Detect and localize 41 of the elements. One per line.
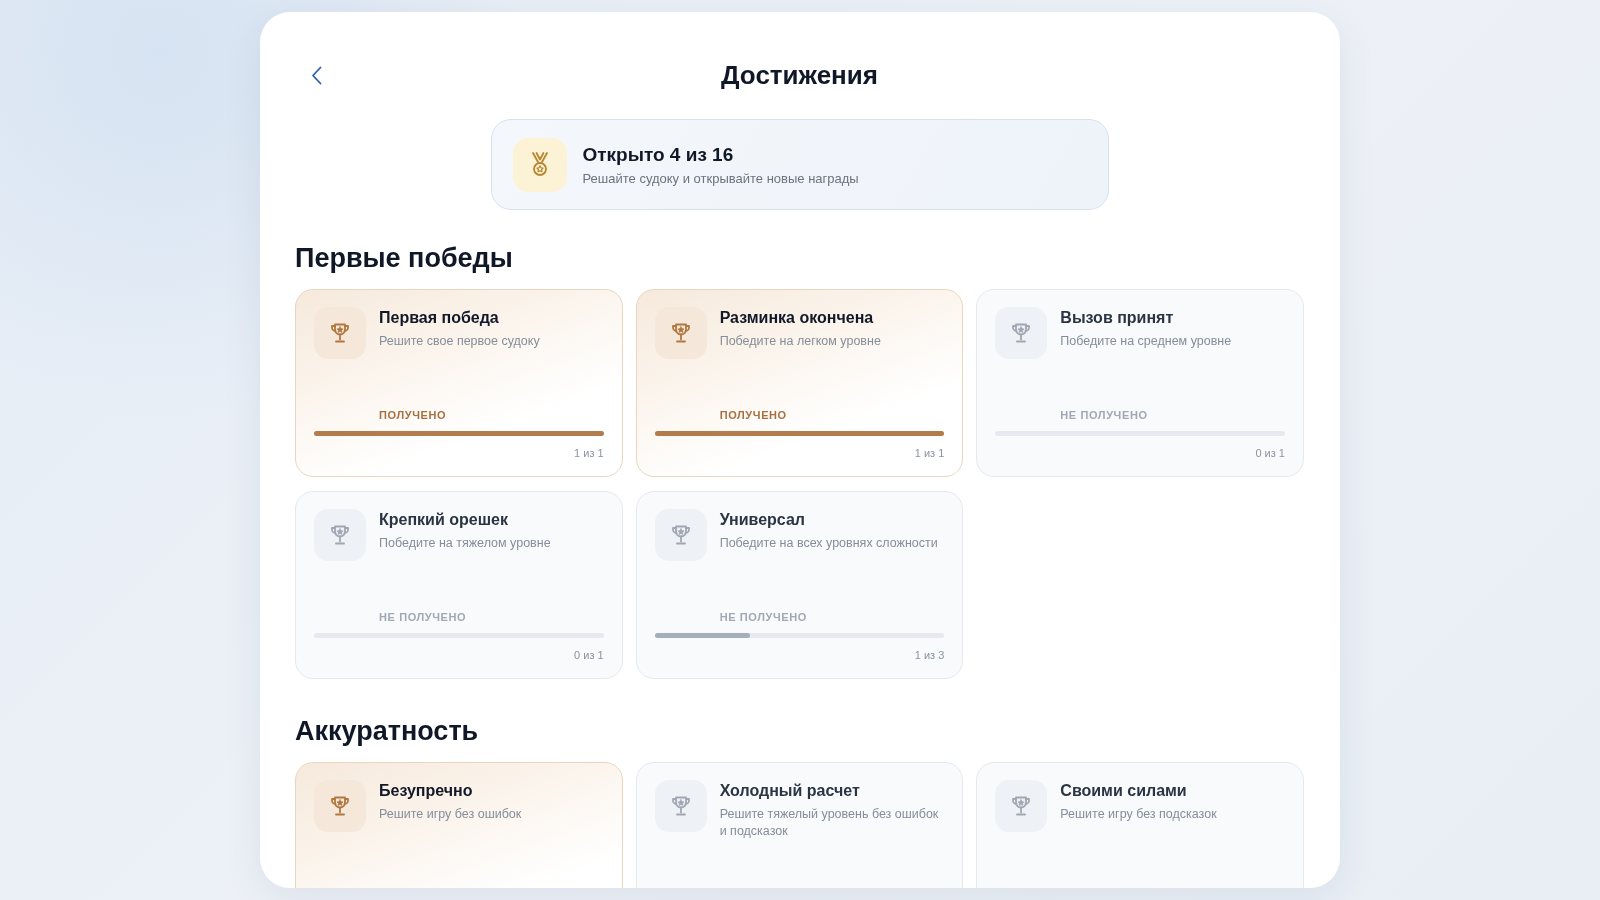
trophy-icon — [654, 780, 707, 832]
progress-count: 1 из 3 — [913, 648, 945, 662]
achievement-title: Вызов принят — [1060, 308, 1175, 328]
status-label: ПОЛУЧЕНО — [378, 408, 448, 422]
section-heading: Первые победы — [295, 242, 514, 274]
trophy-icon — [314, 307, 366, 359]
achievement-title: Разминка окончена — [719, 308, 875, 328]
medal-icon — [512, 137, 567, 192]
achievement-title: Крепкий орешек — [379, 510, 509, 530]
progress-count: 1 из 1 — [913, 446, 945, 460]
trophy-icon — [314, 509, 366, 561]
achievement-description: Победите на среднем уровне — [1060, 333, 1232, 350]
status-label: ПОЛУЧЕНО — [718, 408, 788, 422]
page-title: Достижения — [721, 59, 878, 91]
status-label: НЕ ПОЛУЧЕНО — [718, 610, 808, 624]
progress-count: 0 из 1 — [1254, 446, 1285, 460]
trophy-icon — [995, 307, 1048, 359]
achievement-title: Универсал — [719, 510, 806, 530]
achievement-description: Решите игру без ошибок — [379, 806, 522, 823]
status-label: НЕ ПОЛУЧЕНО — [378, 610, 468, 624]
achievement-title: Своими силами — [1060, 781, 1188, 801]
achievement-title: Безупречно — [379, 781, 474, 801]
achievement-title: Первая победа — [379, 308, 500, 328]
achievement-description: Победите на тяжелом уровне — [379, 535, 551, 552]
trophy-icon — [654, 509, 707, 561]
chevron-left-icon — [311, 65, 322, 85]
status-label: НЕ ПОЛУЧЕНО — [1059, 408, 1149, 422]
achievement-description: Победите на легком уровне — [719, 333, 881, 350]
trophy-icon — [995, 780, 1048, 832]
summary-title: Открыто 4 из 16 — [582, 142, 735, 167]
summary-subtitle: Решайте судоку и открывайте новые награды — [582, 169, 859, 187]
achievement-description: Решите свое первое судоку — [379, 333, 540, 350]
achievement-description: Решите тяжелый уровень без ошибок и подсказок — [719, 806, 940, 840]
trophy-icon — [314, 780, 366, 832]
section-heading: Аккуратность — [295, 715, 480, 747]
achievement-description: Победите на всех уровнях сложности — [719, 535, 938, 552]
progress-count: 1 из 1 — [573, 446, 604, 460]
achievement-title: Холодный расчет — [719, 781, 861, 801]
trophy-icon — [654, 307, 707, 359]
achievement-description: Решите игру без подсказок — [1060, 806, 1217, 823]
progress-count: 0 из 1 — [573, 648, 604, 662]
